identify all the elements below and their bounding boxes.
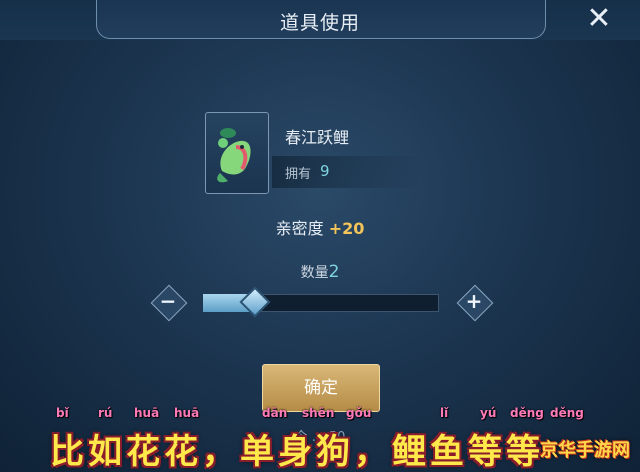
plus-icon: + xyxy=(465,289,483,313)
subtitle-caption: bǐ rú huā huā dān shēn gǒu lǐ yú děng dě… xyxy=(50,406,610,472)
caption-text: 比如花花，单身狗，鲤鱼等等 xyxy=(50,432,544,472)
quantity-label: 数量 xyxy=(300,265,329,281)
dialog-title: 道具使用 xyxy=(279,12,360,34)
pinyin: yú xyxy=(480,406,497,420)
koi-fish-icon xyxy=(217,128,251,183)
quantity-slider-handle[interactable] xyxy=(239,286,271,318)
watermark: 京华手游网 xyxy=(540,440,630,461)
quantity-row: 数量2 xyxy=(0,262,640,282)
affinity-row: 亲密度 +20 xyxy=(0,215,640,239)
pinyin: shēn xyxy=(302,406,335,420)
pinyin: dān xyxy=(262,406,288,420)
minus-icon: − xyxy=(159,289,177,313)
pinyin: děng xyxy=(510,406,544,420)
pinyin: rú xyxy=(98,406,113,420)
pinyin: huā xyxy=(174,406,200,420)
item-owned-count: 9 xyxy=(320,162,330,180)
pinyin: gǒu xyxy=(346,406,372,420)
pinyin: lǐ xyxy=(440,406,449,420)
pinyin: bǐ xyxy=(56,406,69,420)
item-use-dialog: 道具使用 ✕ 春江跃鲤 拥有 9 亲密度 +20 数量2 − + 确定 今 … … xyxy=(0,0,640,472)
affinity-value: +20 xyxy=(328,219,365,238)
close-button[interactable]: ✕ xyxy=(584,4,614,34)
quantity-value: 2 xyxy=(328,262,340,282)
item-name: 春江跃鲤 xyxy=(285,128,350,147)
confirm-button[interactable]: 确定 xyxy=(262,364,380,412)
item-owned-label: 拥有 xyxy=(285,167,312,182)
pinyin: huā xyxy=(134,406,160,420)
item-thumbnail[interactable] xyxy=(205,112,269,194)
affinity-label: 亲密度 xyxy=(275,219,324,238)
close-icon: ✕ xyxy=(586,1,612,36)
pinyin: děng xyxy=(550,406,584,420)
